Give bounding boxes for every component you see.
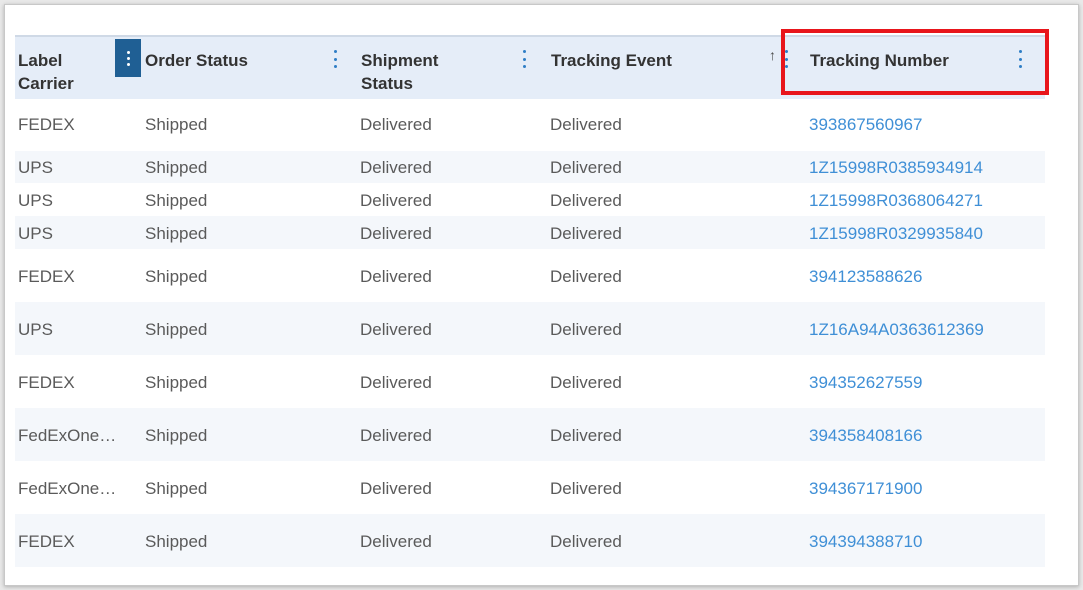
tracking-number-link[interactable]: 394358408166 [809,426,922,446]
column-header-shipment-status-line1: Shipment [361,51,439,70]
shipment-status-cell: Delivered [360,224,432,243]
tracking-event-cell: Delivered [550,532,622,551]
order-status-cell: Shipped [145,115,208,134]
column-header-label-carrier[interactable]: Label Carrier [18,49,74,95]
tracking-number-link[interactable]: 1Z15998R0368064271 [809,191,983,211]
column-menu-icon-label-carrier[interactable] [115,39,141,77]
tracking-event-cell: Delivered [550,224,622,243]
carrier-cell: FEDEX [18,532,75,551]
column-menu-icon-order-status[interactable] [328,49,342,69]
tracking-event-cell: Delivered [550,373,622,392]
order-status-cell: Shipped [145,224,208,243]
tracking-number-link[interactable]: 1Z16A94A0363612369 [809,320,984,340]
tracking-number-link[interactable]: 1Z15998R0385934914 [809,158,983,178]
tracking-event-cell: Delivered [550,191,622,210]
column-header-tracking-event-text: Tracking Event [551,51,672,70]
shipment-status-cell: Delivered [360,373,432,392]
carrier-cell: UPS [18,191,53,210]
shipment-status-cell: Delivered [360,479,432,498]
table-row[interactable]: FedExOne… Shipped Delivered Delivered 394367… [15,461,1045,514]
table-row[interactable]: UPSShippedDeliveredDelivered1Z15Y04E0309… [15,567,1045,585]
tracking-event-cell: Delivered [550,158,622,177]
column-header-tracking-event[interactable]: Tracking Event [551,49,672,72]
carrier-cell: UPS [18,320,53,339]
table-row[interactable]: FEDEX Shipped Delivered Delivered 3938675609… [15,97,1045,151]
column-header-shipment-status[interactable]: Shipment Status [361,49,438,95]
carrier-cell: UPS [18,158,53,177]
shipment-status-cell: Delivered [360,426,432,445]
shipment-status-cell: Delivered [360,191,432,210]
column-header-order-status[interactable]: Order Status [145,49,248,72]
shipment-status-cell: Delivered [360,320,432,339]
order-status-cell: Shipped [145,191,208,210]
sort-ascending-icon[interactable]: ↑ [769,47,776,63]
tracking-event-cell: Delivered [550,426,622,445]
carrier-cell: FEDEX [18,267,75,286]
order-status-cell: Shipped [145,426,208,445]
table-row[interactable]: UPS Shipped Delivered Delivered 1Z16A94A0363… [15,302,1045,355]
order-status-cell: Shipped [145,158,208,177]
column-header-order-status-text: Order Status [145,51,248,70]
order-status-cell: Shipped [145,267,208,286]
order-status-cell: Shipped [145,320,208,339]
shipment-status-cell: Delivered [360,115,432,134]
tracking-number-highlight-box [781,29,1049,95]
table-row[interactable]: FEDEX Shipped Delivered Delivered 3943526275… [15,355,1045,408]
tracking-event-cell: Delivered [550,320,622,339]
table-row[interactable]: UPS Shipped Delivered Delivered 1Z15998R0385… [15,151,1045,183]
tracking-number-link[interactable]: 394367171900 [809,479,922,499]
carrier-cell: FEDEX [18,115,75,134]
table-row[interactable]: FEDEX Shipped Delivered Delivered 3941235886… [15,249,1045,302]
tracking-number-link[interactable]: 394394388710 [809,532,922,552]
order-status-cell: Shipped [145,373,208,392]
carrier-cell: FedExOne… [18,426,117,445]
column-header-label-carrier-line1: Label [18,51,63,70]
table-row[interactable]: UPS Shipped Delivered Delivered 1Z15998R0329… [15,216,1045,249]
table-row[interactable]: FEDEX Shipped Delivered Delivered 3943943887… [15,514,1045,567]
shipment-status-cell: Delivered [360,158,432,177]
order-status-cell: Shipped [145,532,208,551]
shipment-status-cell: Delivered [360,532,432,551]
order-status-cell: Shipped [145,479,208,498]
tracking-number-link[interactable]: 394123588626 [809,267,922,287]
tracking-number-link[interactable]: 394352627559 [809,373,922,393]
tracking-number-link[interactable]: 1Z15998R0329935840 [809,224,983,244]
carrier-cell: FEDEX [18,373,75,392]
tracking-event-cell: Delivered [550,115,622,134]
carrier-cell: UPS [18,224,53,243]
table-row[interactable]: FedExOne… Shipped Delivered Delivered 394358… [15,408,1045,461]
column-header-label-carrier-line2: Carrier [18,74,74,93]
shipment-status-cell: Delivered [360,267,432,286]
tracking-number-link[interactable]: 393867560967 [809,115,922,135]
column-header-shipment-status-line2: Status [361,74,413,93]
tracking-event-cell: Delivered [550,267,622,286]
screenshot-frame: Label Carrier Order Status Shipment Stat… [4,4,1079,586]
table-row[interactable]: UPS Shipped Delivered Delivered 1Z15998R0368… [15,183,1045,216]
column-menu-icon-shipment-status[interactable] [517,49,531,69]
tracking-event-cell: Delivered [550,479,622,498]
shipments-table: Label Carrier Order Status Shipment Stat… [15,35,1045,585]
carrier-cell: FedExOne… [18,479,117,498]
